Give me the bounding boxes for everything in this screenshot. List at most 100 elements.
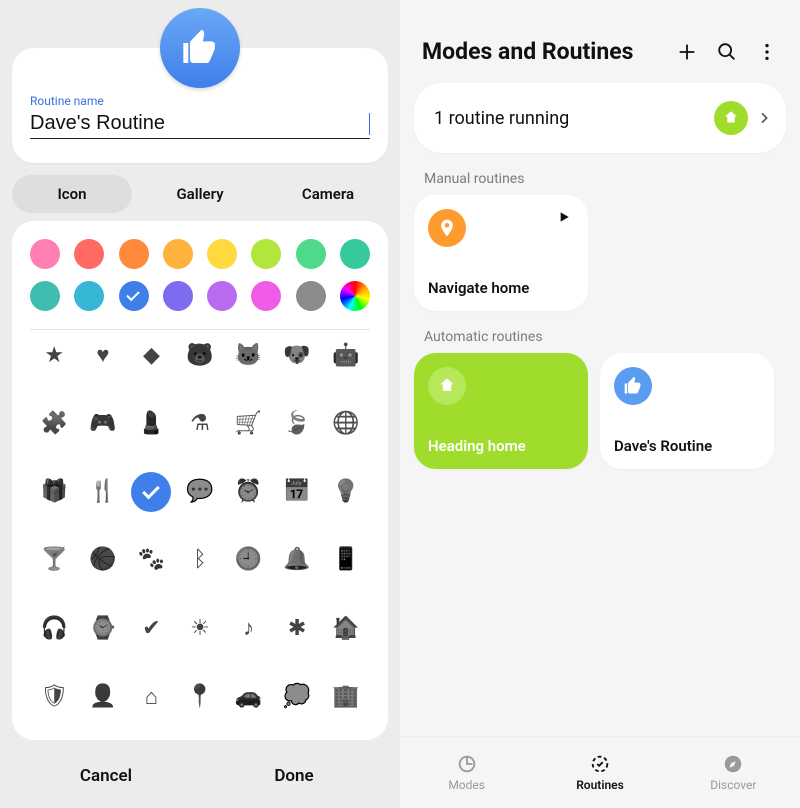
icon-option-earbuds[interactable]: 🎧: [41, 615, 67, 641]
icon-option-flask[interactable]: ⚗: [187, 410, 213, 436]
color-swatch[interactable]: [207, 281, 237, 311]
more-button[interactable]: [756, 41, 782, 63]
routine-tile-heading-home[interactable]: Heading home: [414, 353, 588, 469]
manual-section-label: Manual routines: [424, 171, 786, 187]
color-swatch[interactable]: [74, 239, 104, 269]
icon-option-phone[interactable]: 📱: [333, 547, 359, 573]
play-button[interactable]: [556, 209, 572, 225]
tile-title: Navigate home: [428, 279, 574, 297]
icon-option-building-home[interactable]: 🏠: [333, 615, 359, 641]
routine-icon-preview[interactable]: [160, 8, 240, 88]
routine-tile-daves-routine[interactable]: Dave's Routine: [600, 353, 774, 469]
page-title: Modes and Routines: [422, 38, 662, 65]
icon-option-gift[interactable]: 🎁: [41, 479, 67, 505]
icon-option-bulb[interactable]: 💡: [333, 479, 359, 505]
icon-option-clock[interactable]: 🕘: [236, 547, 262, 573]
icon-option-leaf[interactable]: 🍃: [284, 410, 310, 436]
nav-discover[interactable]: Discover: [667, 737, 800, 808]
icon-option-house[interactable]: ⌂: [138, 684, 164, 710]
routine-editor-screen: Routine name Icon Gallery Camera ★ ♥ ◆ 🐻 🐱 🐶 🤖…: [0, 0, 400, 808]
color-swatch[interactable]: [207, 239, 237, 269]
manual-routines-row: Navigate home: [414, 195, 786, 311]
header: Modes and Routines: [422, 38, 782, 65]
icon-option-basketball[interactable]: 🏀: [90, 547, 116, 573]
routine-icon-preview-wrap: [12, 8, 388, 48]
home-arrow-icon: [722, 109, 740, 127]
color-swatch[interactable]: [296, 281, 326, 311]
icon-option-star[interactable]: ★: [41, 342, 67, 368]
color-swatch[interactable]: [30, 239, 60, 269]
icon-option-car[interactable]: 🚗: [236, 684, 262, 710]
color-swatch[interactable]: [251, 281, 281, 311]
icon-option-puzzle[interactable]: 🧩: [41, 410, 67, 436]
tab-icon[interactable]: Icon: [12, 175, 132, 213]
tab-gallery[interactable]: Gallery: [140, 175, 260, 213]
icon-option-cart[interactable]: 🛒: [236, 410, 262, 436]
cancel-button[interactable]: Cancel: [12, 744, 200, 808]
nav-routines[interactable]: Routines: [533, 737, 666, 808]
color-swatch[interactable]: [30, 281, 60, 311]
icon-option-chat[interactable]: 💬: [187, 479, 213, 505]
auto-routines-row: Heading home Dave's Routine: [414, 353, 786, 469]
color-swatch[interactable]: [74, 281, 104, 311]
icon-option-bell[interactable]: 🔔: [284, 547, 310, 573]
icon-option-heart[interactable]: ♥: [90, 342, 116, 368]
icon-option-checkmark[interactable]: [131, 472, 171, 512]
icon-option-robot[interactable]: 🤖: [333, 342, 359, 368]
routine-name-label: Routine name: [30, 94, 370, 108]
divider: [30, 329, 370, 330]
running-badge: [714, 101, 748, 135]
icon-option-cocktail[interactable]: 🍸: [41, 547, 67, 573]
icon-option-check-badge[interactable]: ✔: [138, 615, 164, 641]
color-swatch[interactable]: [163, 281, 193, 311]
color-swatch[interactable]: [119, 239, 149, 269]
icon-option-watch[interactable]: ⌚: [90, 615, 116, 641]
icon-option-office[interactable]: 🏢: [333, 684, 359, 710]
icon-option-globe[interactable]: 🌐: [333, 410, 359, 436]
icon-option-comment[interactable]: 💭: [284, 684, 310, 710]
routines-icon: [589, 753, 611, 775]
icon-option-diamond[interactable]: ◆: [138, 342, 164, 368]
nav-modes[interactable]: Modes: [400, 737, 533, 808]
chevron-right-icon: [756, 110, 772, 126]
icon-option-dog[interactable]: 🐶: [284, 342, 310, 368]
icon-option-alarm[interactable]: ⏰: [236, 479, 262, 505]
icon-option-paw[interactable]: 🐾: [138, 547, 164, 573]
icon-option-pin[interactable]: 📍: [187, 684, 213, 710]
routine-name-input[interactable]: [30, 112, 370, 135]
tab-camera[interactable]: Camera: [268, 175, 388, 213]
text-cursor: [369, 113, 371, 135]
icon-picker-card: ★ ♥ ◆ 🐻 🐱 🐶 🤖 🧩 🎮 💄 ⚗ 🛒 🍃 🌐 🎁 🍴 💬 ⏰ 📅 💡 🍸 🏀 🐾 ᛒ 🕘 🔔 📱 🎧 ⌚ ✔ ☀ ♪ ✱ 🏠 🛡 👤 ⌂ 📍 🚗 💭…: [12, 221, 388, 740]
play-icon: [556, 209, 572, 225]
bottom-buttons: Cancel Done: [12, 744, 388, 808]
icon-option-cat[interactable]: 🐱: [236, 342, 262, 368]
pin-icon: [428, 209, 466, 247]
add-button[interactable]: [676, 41, 702, 63]
icon-option-sunrise[interactable]: ☀: [187, 615, 213, 641]
color-row-1: [30, 239, 370, 269]
running-text: 1 routine running: [434, 108, 714, 129]
color-swatch[interactable]: [340, 239, 370, 269]
icon-option-music[interactable]: ♪: [236, 615, 262, 641]
color-swatch-custom[interactable]: [340, 281, 370, 311]
color-swatch-selected[interactable]: [119, 281, 149, 311]
icon-option-shield[interactable]: 🛡: [41, 684, 67, 710]
icon-option-calendar[interactable]: 📅: [284, 479, 310, 505]
icon-option-bear[interactable]: 🐻: [187, 342, 213, 368]
icon-option-connections[interactable]: ✱: [284, 615, 310, 641]
routine-tile-navigate-home[interactable]: Navigate home: [414, 195, 588, 311]
color-swatch[interactable]: [251, 239, 281, 269]
icon-option-utensils[interactable]: 🍴: [90, 479, 116, 505]
icon-option-person-plus[interactable]: 👤: [90, 684, 116, 710]
icon-option-bluetooth[interactable]: ᛒ: [187, 547, 213, 573]
color-swatch[interactable]: [163, 239, 193, 269]
search-button[interactable]: [716, 41, 742, 63]
bottom-nav: Modes Routines Discover: [400, 736, 800, 808]
color-swatch[interactable]: [296, 239, 326, 269]
running-routines-card[interactable]: 1 routine running: [414, 83, 786, 153]
icon-option-lipstick[interactable]: 💄: [138, 410, 164, 436]
routine-name-input-wrap[interactable]: [30, 110, 370, 139]
done-button[interactable]: Done: [200, 744, 388, 808]
icon-option-gamepad[interactable]: 🎮: [90, 410, 116, 436]
thumbs-up-icon: [614, 367, 652, 405]
